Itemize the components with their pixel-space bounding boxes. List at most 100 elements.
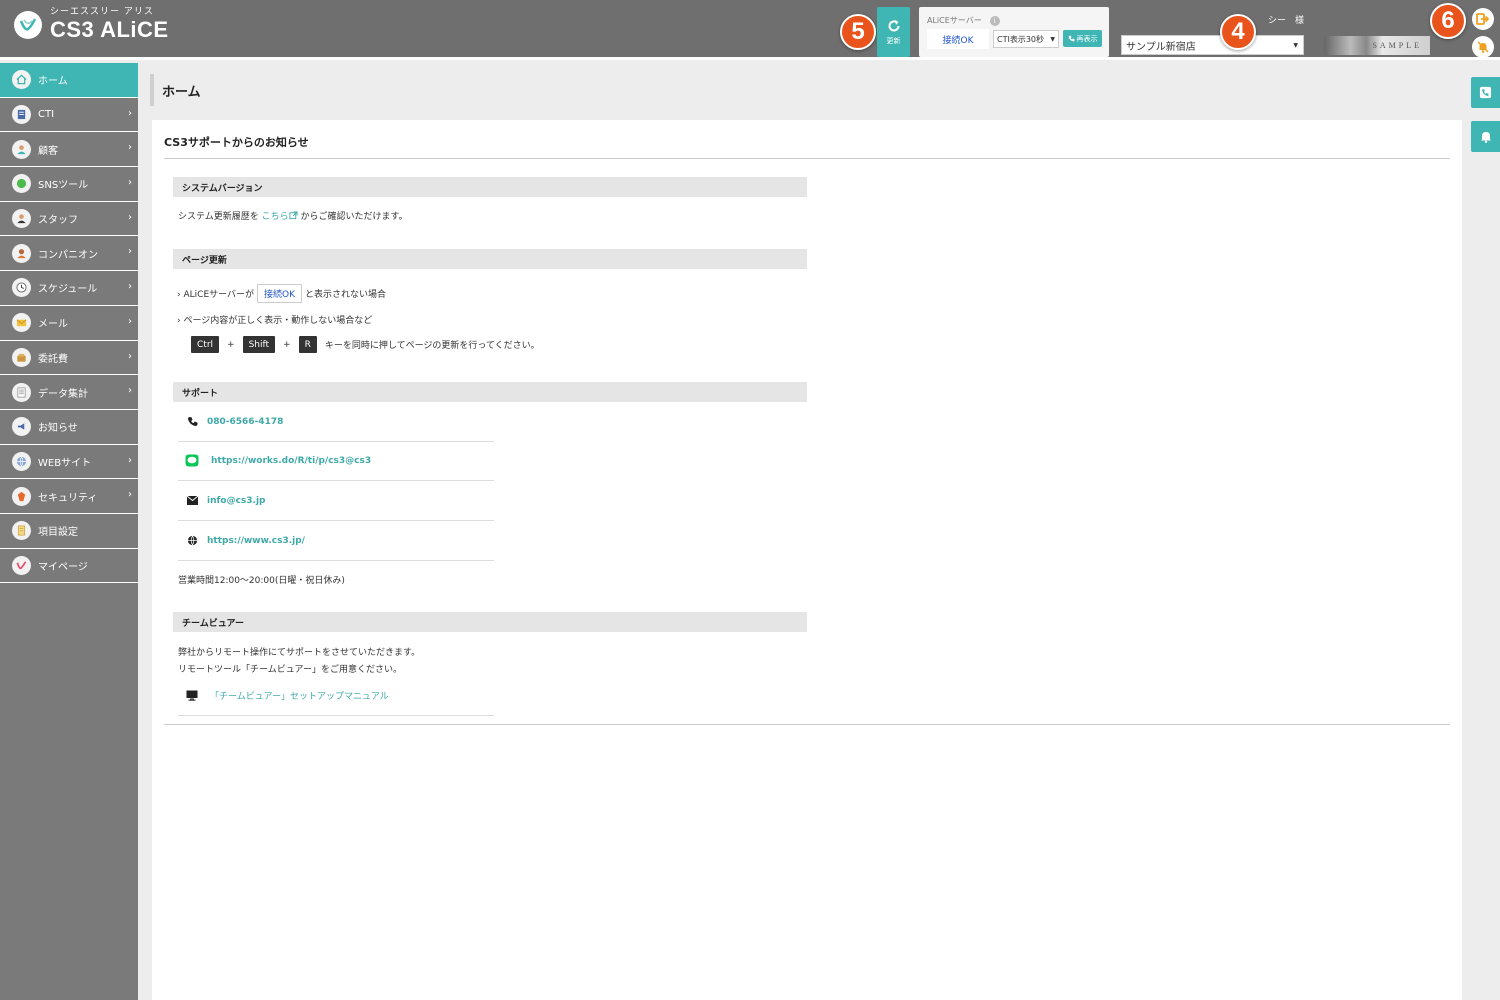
chevron-right-icon: › xyxy=(128,246,132,258)
chevron-right-icon: › xyxy=(128,177,132,189)
clock-icon xyxy=(12,278,31,298)
status-ok-badge: 接続OK xyxy=(257,284,303,303)
sidebar-item-website[interactable]: WEBサイト › xyxy=(0,444,138,480)
key-shift: Shift xyxy=(242,336,276,353)
companion-icon xyxy=(12,243,31,263)
security-icon xyxy=(12,486,31,506)
sidebar-item-security[interactable]: セキュリティ › xyxy=(0,479,138,514)
sidebar-item-cti[interactable]: CTI › xyxy=(0,97,138,133)
bell-icon xyxy=(1480,132,1491,143)
support-email[interactable]: info@cs3.jp xyxy=(207,496,266,506)
sidebar-item-customer[interactable]: 顧客 › xyxy=(0,132,138,168)
notice-card: CS3サポートからのお知らせ システムバージョン システム更新履歴を こちら か… xyxy=(152,120,1462,1000)
refresh-icon xyxy=(888,19,899,31)
sidebar-item-staff[interactable]: スタッフ › xyxy=(0,201,138,237)
chevron-right-icon: › xyxy=(128,385,132,397)
chevron-right-icon: › xyxy=(128,142,132,154)
bell-mute-icon[interactable] xyxy=(1472,36,1494,58)
sns-icon xyxy=(12,174,31,194)
callout-badge-5: 5 xyxy=(840,14,876,50)
sidebar-item-home[interactable]: ホーム xyxy=(0,63,138,98)
logo-subtitle: シーエススリー アリス xyxy=(50,7,154,17)
support-line-row[interactable]: https://works.do/R/ti/p/cs3@cs3 xyxy=(178,441,494,481)
teamviewer-manual-row[interactable]: 「チームビュアー」セットアップマニュアル xyxy=(178,676,494,716)
teamviewer-line1: 弊社からリモート操作にてサポートをさせていただきます。 xyxy=(178,648,421,658)
user-name: シー 様 xyxy=(1268,16,1305,26)
external-link-icon xyxy=(289,211,298,220)
settings-icon xyxy=(12,521,31,541)
home-icon xyxy=(12,70,31,90)
cti-icon xyxy=(12,105,31,125)
section-heading-support: サポート xyxy=(173,382,807,402)
phone-icon xyxy=(1479,86,1492,99)
sidebar-item-sns[interactable]: SNSツール › xyxy=(0,167,138,202)
page-update-line2: › ページ内容が正しく表示・動作しない場合など xyxy=(177,316,373,326)
customer-icon xyxy=(12,139,31,159)
mypage-icon xyxy=(12,555,31,575)
store-logo-image: SAMPLE xyxy=(1324,36,1430,55)
chevron-right-icon: › xyxy=(177,316,181,326)
store-select[interactable]: サンプル新宿店 ▼ xyxy=(1121,35,1304,55)
cti-interval-select[interactable]: CTI表示30秒 ▼ xyxy=(993,30,1059,48)
support-phone[interactable]: 080-6566-4178 xyxy=(207,417,283,427)
data-icon xyxy=(12,382,31,402)
logo[interactable]: シーエススリー アリス CS3 ALiCE xyxy=(14,8,169,41)
info-icon[interactable]: i xyxy=(989,15,1000,26)
version-history-link[interactable]: こちら xyxy=(262,212,289,222)
chevron-right-icon: › xyxy=(128,211,132,223)
support-web-row[interactable]: https://www.cs3.jp/ xyxy=(178,521,494,561)
chevron-right-icon: › xyxy=(128,281,132,293)
fee-icon xyxy=(12,347,31,367)
logout-icon[interactable] xyxy=(1472,8,1494,30)
logo-icon xyxy=(14,10,42,39)
phone-side-tab[interactable] xyxy=(1471,77,1500,108)
redisplay-button[interactable]: 再表示 xyxy=(1063,30,1102,47)
server-title: ALiCEサーバー xyxy=(927,16,982,25)
sidebar: ホーム CTI › 顧客 › SNSツール › スタッフ › コンパニオン › … xyxy=(0,63,138,1000)
sidebar-item-settings[interactable]: 項目設定 xyxy=(0,513,138,549)
header: シーエススリー アリス CS3 ALiCE 5 更新 ALiCEサーバー i 接… xyxy=(0,0,1500,60)
refresh-label: 更新 xyxy=(886,36,901,45)
staff-icon xyxy=(12,209,31,229)
divider xyxy=(164,158,1450,159)
sidebar-item-notice[interactable]: お知らせ xyxy=(0,409,138,445)
support-line-link[interactable]: https://works.do/R/ti/p/cs3@cs3 xyxy=(211,456,371,466)
support-email-row[interactable]: info@cs3.jp xyxy=(178,481,494,521)
sidebar-item-mypage[interactable]: マイページ xyxy=(0,548,138,584)
section-heading-teamviewer: チームビュアー xyxy=(173,612,807,632)
globe-icon xyxy=(182,535,202,546)
section-heading-version: システムバージョン xyxy=(173,177,807,197)
chevron-right-icon: › xyxy=(177,290,181,300)
teamviewer-line2: リモートツール「チームビュアー」をご用意ください。 xyxy=(178,665,403,675)
envelope-icon xyxy=(182,496,202,505)
chevron-right-icon: › xyxy=(128,350,132,362)
server-status-panel: ALiCEサーバー i 接続OK CTI表示30秒 ▼ 再表示 xyxy=(919,7,1109,57)
mail-icon xyxy=(12,313,31,333)
chevron-down-icon: ▼ xyxy=(1293,42,1298,49)
support-hours: 営業時間12:00～20:00(日曜・祝日休み) xyxy=(178,576,345,586)
notification-side-tab[interactable] xyxy=(1471,121,1500,152)
page-title: ホーム xyxy=(150,74,201,106)
section-heading-page-update: ページ更新 xyxy=(173,249,807,269)
sidebar-item-schedule[interactable]: スケジュール › xyxy=(0,271,138,306)
chevron-right-icon: › xyxy=(128,489,132,501)
key-ctrl: Ctrl xyxy=(191,336,220,353)
shortcut-keys: Ctrl + Shift + R キーを同時に押してページの更新を行ってください… xyxy=(191,336,540,353)
globe-icon xyxy=(12,451,31,471)
teamviewer-manual-link[interactable]: 「チームビュアー」セットアップマニュアル xyxy=(210,689,389,702)
refresh-button[interactable]: 更新 xyxy=(877,7,910,57)
support-website[interactable]: https://www.cs3.jp/ xyxy=(207,536,305,546)
megaphone-icon xyxy=(12,417,31,437)
phone-icon xyxy=(1068,35,1075,42)
chevron-right-icon: › xyxy=(128,107,132,119)
sidebar-item-companion[interactable]: コンパニオン › xyxy=(0,236,138,272)
callout-badge-6: 6 xyxy=(1430,3,1466,39)
sidebar-item-fee[interactable]: 委託費 › xyxy=(0,340,138,376)
monitor-icon xyxy=(182,690,202,701)
chevron-down-icon: ▼ xyxy=(1050,36,1055,43)
support-phone-row[interactable]: 080-6566-4178 xyxy=(178,402,494,442)
sidebar-item-mail[interactable]: メール › xyxy=(0,305,138,341)
sidebar-item-data[interactable]: データ集計 › xyxy=(0,375,138,410)
card-title: CS3サポートからのお知らせ xyxy=(164,136,309,149)
callout-badge-4: 4 xyxy=(1220,14,1256,50)
